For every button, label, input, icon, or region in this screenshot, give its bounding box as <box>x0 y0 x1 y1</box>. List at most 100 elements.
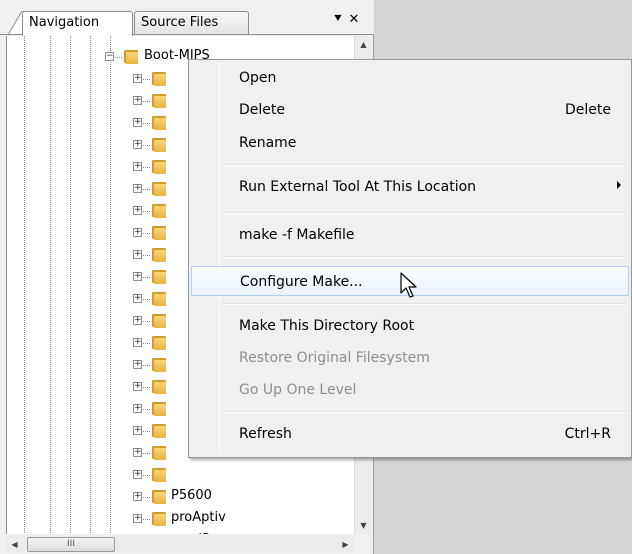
menu-item-delete[interactable]: Delete Delete <box>191 95 629 125</box>
tree-connector <box>143 255 151 256</box>
expand-icon[interactable]: + <box>133 96 142 105</box>
expand-icon[interactable]: + <box>133 294 142 303</box>
menu-item-make[interactable]: make -f Makefile <box>191 220 629 250</box>
menu-item-open[interactable]: Open <box>191 63 629 93</box>
tab-navigation[interactable]: Navigation <box>22 11 133 36</box>
tree-connector <box>143 453 151 454</box>
menu-item-label: Configure Make... <box>240 274 363 290</box>
expand-icon[interactable]: + <box>133 206 142 215</box>
tree-connector <box>143 321 151 322</box>
tree-connector <box>115 57 123 58</box>
menu-separator <box>222 164 627 166</box>
menu-item-label: make -f Makefile <box>239 227 355 243</box>
menu-separator <box>222 212 627 214</box>
expand-icon[interactable]: + <box>133 426 142 435</box>
close-icon[interactable]: ✕ <box>346 12 362 27</box>
menu-item-label: Open <box>239 70 277 86</box>
menu-item-go-up[interactable]: Go Up One Level <box>191 375 629 405</box>
folder-icon <box>151 422 167 438</box>
expand-icon[interactable]: + <box>133 184 142 193</box>
expand-icon[interactable]: + <box>133 470 142 479</box>
expand-icon[interactable]: + <box>133 140 142 149</box>
tree-row[interactable]: + proAptiv <box>7 508 354 530</box>
expand-icon[interactable]: + <box>133 448 142 457</box>
menu-item-restore-filesystem[interactable]: Restore Original Filesystem <box>191 343 629 373</box>
menu-item-make-root[interactable]: Make This Directory Root <box>191 311 629 341</box>
tree-row[interactable]: +sead3 <box>7 530 354 534</box>
tree-connector <box>143 277 151 278</box>
folder-icon <box>151 356 167 372</box>
tab-source-files[interactable]: Source Files <box>134 11 249 35</box>
expand-icon[interactable]: + <box>133 118 142 127</box>
collapse-icon[interactable]: − <box>105 52 114 61</box>
pin-icon[interactable]: ⯆ <box>330 12 346 27</box>
menu-item-label: Delete <box>239 102 285 118</box>
expand-icon[interactable]: + <box>133 74 142 83</box>
tree-connector <box>143 211 151 212</box>
menu-item-label: Refresh <box>239 426 292 442</box>
folder-icon <box>151 136 167 152</box>
folder-icon <box>151 312 167 328</box>
menu-item-refresh[interactable]: Refresh Ctrl+R <box>191 419 629 449</box>
folder-icon <box>151 114 167 130</box>
expand-icon[interactable]: + <box>133 228 142 237</box>
folder-icon <box>151 158 167 174</box>
tree-item-label: sead3 <box>171 532 210 534</box>
expand-icon[interactable]: + <box>133 382 142 391</box>
menu-item-rename[interactable]: Rename <box>191 128 629 158</box>
expand-icon[interactable]: + <box>133 316 142 325</box>
expand-icon[interactable]: + <box>133 492 142 501</box>
scroll-left-icon[interactable]: ◀ <box>6 536 23 553</box>
context-menu: Open Delete Delete Rename Run External Tool … <box>188 59 632 458</box>
tree-connector <box>143 299 151 300</box>
expand-icon[interactable]: + <box>133 162 142 171</box>
tree-connector <box>143 167 151 168</box>
tree-row[interactable]: + P5600 <box>7 486 354 508</box>
menu-item-label: Rename <box>239 135 297 151</box>
folder-icon <box>151 202 167 218</box>
menu-separator <box>222 411 627 413</box>
expand-icon[interactable]: + <box>133 360 142 369</box>
scroll-down-icon[interactable]: ▼ <box>355 517 372 534</box>
tree-connector <box>143 343 151 344</box>
menu-item-shortcut: Delete <box>565 102 611 118</box>
folder-icon <box>151 268 167 284</box>
expand-icon[interactable]: + <box>133 250 142 259</box>
menu-item-label: Go Up One Level <box>239 382 357 398</box>
tree-connector <box>143 123 151 124</box>
tree-connector <box>143 365 151 366</box>
tree-connector <box>143 233 151 234</box>
tree-row[interactable]: + <box>7 464 354 486</box>
expand-icon[interactable]: + <box>133 338 142 347</box>
folder-icon <box>151 246 167 262</box>
tree-connector <box>143 101 151 102</box>
tab-strip: Navigation Source Files ⯆ ✕ <box>0 0 374 36</box>
folder-icon <box>151 70 167 86</box>
folder-icon <box>151 444 167 460</box>
folder-icon <box>151 488 167 504</box>
menu-item-label: Run External Tool At This Location <box>239 179 477 195</box>
horizontal-scrollbar[interactable]: ◀ III ▶ <box>6 536 354 553</box>
tree-item-label: proAptiv <box>171 510 226 525</box>
tree-connector <box>143 387 151 388</box>
tree-connector <box>143 409 151 410</box>
scrollbar-thumb[interactable]: III <box>27 537 115 552</box>
menu-separator <box>222 303 627 305</box>
tree-connector <box>143 431 151 432</box>
menu-item-label: Make This Directory Root <box>239 318 415 334</box>
folder-icon <box>123 48 139 64</box>
scroll-right-icon[interactable]: ▶ <box>337 536 354 553</box>
menu-item-shortcut: Ctrl+R <box>564 426 611 442</box>
tree-connector <box>143 79 151 80</box>
expand-icon[interactable]: + <box>133 272 142 281</box>
tree-connector <box>143 519 151 520</box>
folder-icon <box>151 92 167 108</box>
folder-icon <box>151 378 167 394</box>
folder-icon <box>151 180 167 196</box>
expand-icon[interactable]: + <box>133 404 142 413</box>
tree-connector <box>143 189 151 190</box>
menu-item-run-external-tool[interactable]: Run External Tool At This Location <box>191 172 629 202</box>
tree-connector <box>143 475 151 476</box>
scroll-up-icon[interactable]: ▲ <box>355 36 372 53</box>
expand-icon[interactable]: + <box>133 514 142 523</box>
